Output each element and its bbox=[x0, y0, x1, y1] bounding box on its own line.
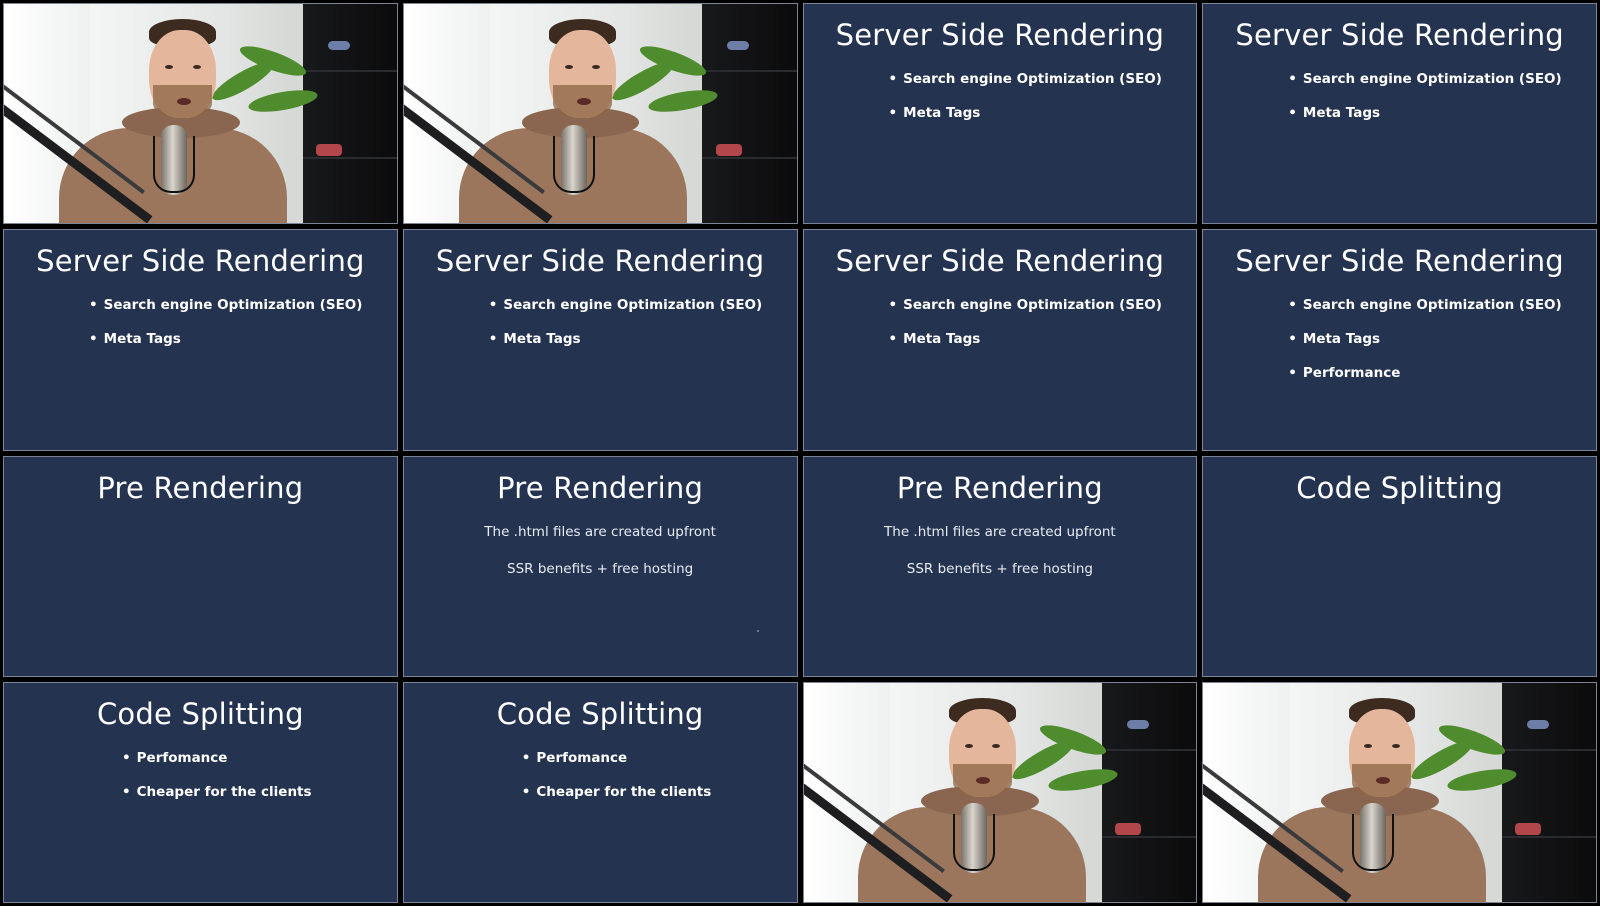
bullet-list: Search engine Optimization (SEO) Meta Ta… bbox=[1288, 70, 1562, 138]
bullet-item: Meta Tags bbox=[89, 330, 362, 364]
slide-thumbnail-8[interactable]: Server Side Rendering Search engine Opti… bbox=[1202, 229, 1597, 451]
slide-thumbnail-3[interactable]: Server Side Rendering Search engine Opti… bbox=[802, 3, 1198, 225]
bullet-list: Perfomance Cheaper for the clients bbox=[122, 749, 312, 817]
bullet-item: Search engine Optimization (SEO) bbox=[889, 296, 1162, 330]
slide-thumbnail-14[interactable]: Code Splitting Perfomance Cheaper for th… bbox=[402, 681, 798, 903]
slide-title: Code Splitting bbox=[96, 696, 304, 731]
webcam-frame-15[interactable] bbox=[802, 681, 1198, 903]
slide-body: The .html files are created upfront SSR … bbox=[404, 523, 797, 597]
slide-text-line: SSR benefits + free hosting bbox=[507, 560, 694, 577]
bullet-list: Search engine Optimization (SEO) Meta Ta… bbox=[89, 296, 363, 364]
bullet-item: Meta Tags bbox=[889, 330, 1162, 364]
slide-title: Pre Rendering bbox=[97, 470, 304, 505]
bullet-item: Search engine Optimization (SEO) bbox=[889, 70, 1162, 104]
slide-text-line: The .html files are created upfront bbox=[884, 523, 1116, 540]
bullet-item: Performance bbox=[1288, 364, 1561, 398]
webcam-frame-1[interactable] bbox=[3, 3, 398, 225]
bullet-item: Meta Tags bbox=[889, 104, 1162, 138]
slide-title: Server Side Rendering bbox=[36, 244, 365, 279]
slide-thumbnail-5[interactable]: Server Side Rendering Search engine Opti… bbox=[3, 229, 398, 451]
bullet-list: Search engine Optimization (SEO) Meta Ta… bbox=[889, 70, 1162, 138]
bullet-item: Search engine Optimization (SEO) bbox=[489, 296, 762, 330]
slide-title: Server Side Rendering bbox=[835, 244, 1165, 279]
bullet-item: Search engine Optimization (SEO) bbox=[89, 296, 363, 330]
bullet-list: Search engine Optimization (SEO) Meta Ta… bbox=[889, 296, 1162, 364]
slide-thumbnail-12[interactable]: Code Splitting bbox=[1202, 455, 1597, 677]
bullet-list: Search engine Optimization (SEO) Meta Ta… bbox=[489, 296, 762, 364]
slide-thumbnail-6[interactable]: Server Side Rendering Search engine Opti… bbox=[402, 229, 798, 451]
slide-title: Pre Rendering bbox=[497, 470, 704, 505]
bullet-item: Search engine Optimization (SEO) bbox=[1288, 70, 1562, 104]
bullet-list: Search engine Optimization (SEO) Meta Ta… bbox=[1288, 296, 1562, 398]
slide-title: Server Side Rendering bbox=[435, 244, 765, 279]
bullet-item: Cheaper for the clients bbox=[522, 783, 711, 817]
slide-thumbnail-13[interactable]: Code Splitting Perfomance Cheaper for th… bbox=[3, 681, 398, 903]
slide-title: Server Side Rendering bbox=[1235, 244, 1564, 279]
slide-thumbnail-9[interactable]: Pre Rendering bbox=[3, 455, 398, 677]
thumbnail-grid: Server Side Rendering Search engine Opti… bbox=[3, 3, 1597, 903]
bullet-item: Perfomance bbox=[122, 749, 312, 783]
bullet-item: Meta Tags bbox=[489, 330, 762, 364]
bullet-item: Perfomance bbox=[522, 749, 712, 783]
webcam-frame-16[interactable] bbox=[1202, 681, 1597, 903]
bullet-item: Meta Tags bbox=[1288, 104, 1561, 138]
bullet-list: Perfomance Cheaper for the clients bbox=[522, 749, 712, 817]
slide-text-line: The .html files are created upfront bbox=[484, 523, 716, 540]
slide-title: Code Splitting bbox=[1296, 470, 1504, 505]
slide-title: Server Side Rendering bbox=[1235, 18, 1564, 52]
bullet-item: Search engine Optimization (SEO) bbox=[1288, 296, 1562, 330]
webcam-frame-2[interactable] bbox=[402, 3, 798, 225]
bullet-item: Meta Tags bbox=[1288, 330, 1561, 364]
slide-title: Pre Rendering bbox=[896, 470, 1103, 505]
slide-thumbnail-4[interactable]: Server Side Rendering Search engine Opti… bbox=[1202, 3, 1597, 225]
slide-thumbnail-11[interactable]: Pre Rendering The .html files are create… bbox=[802, 455, 1198, 677]
slide-title: Server Side Rendering bbox=[835, 18, 1165, 52]
slide-thumbnail-7[interactable]: Server Side Rendering Search engine Opti… bbox=[802, 229, 1198, 451]
slide-thumbnail-10[interactable]: Pre Rendering The .html files are create… bbox=[402, 455, 798, 677]
slide-body: The .html files are created upfront SSR … bbox=[804, 523, 1197, 597]
slide-title: Code Splitting bbox=[496, 696, 704, 731]
cursor-speck bbox=[756, 629, 759, 632]
slide-text-line: SSR benefits + free hosting bbox=[906, 560, 1093, 577]
bullet-item: Cheaper for the clients bbox=[122, 783, 312, 817]
